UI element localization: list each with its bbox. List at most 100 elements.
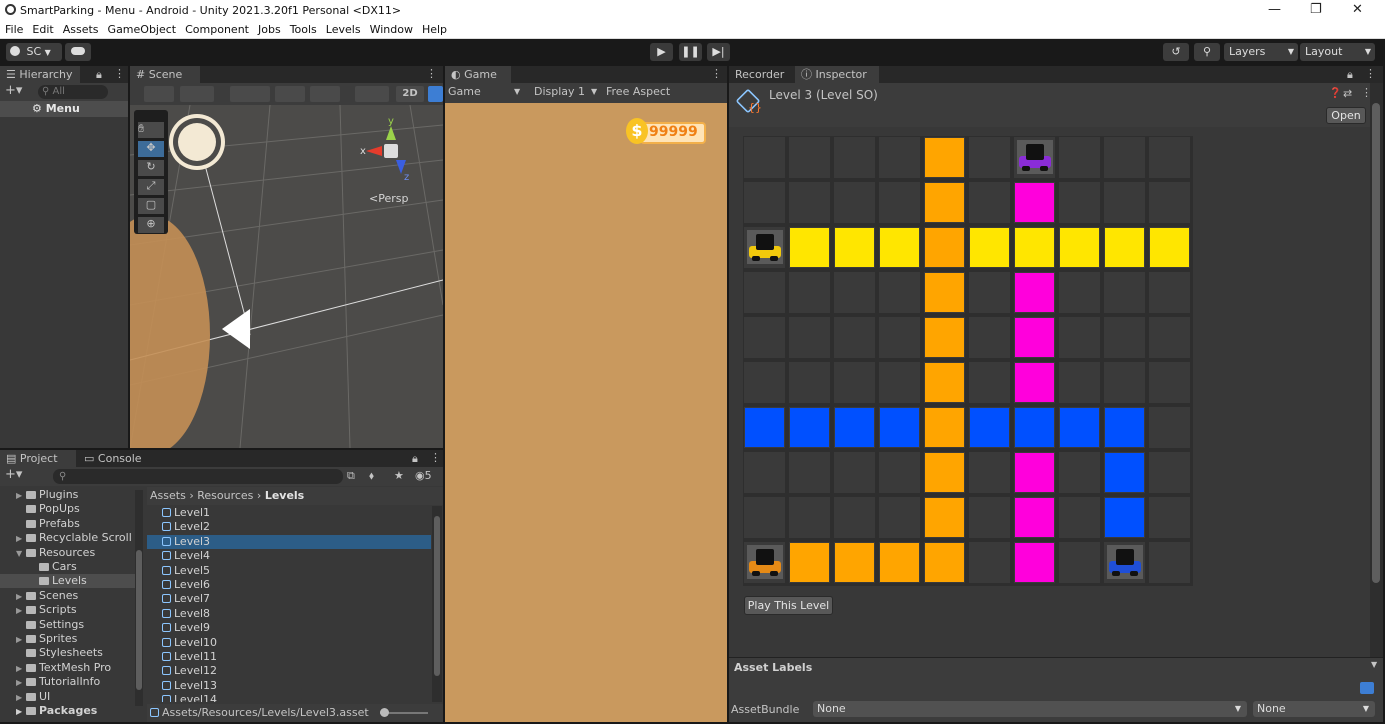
slider-handle[interactable] — [380, 708, 389, 717]
grid-cell[interactable] — [878, 541, 921, 584]
shading-mode-button[interactable] — [180, 86, 214, 102]
perspective-label[interactable]: <Persp — [369, 192, 408, 205]
grid-cell[interactable] — [1103, 181, 1146, 224]
folder-item-scenes[interactable]: ▶ Scenes — [0, 589, 136, 603]
scale-tool-icon[interactable]: ⤢ — [138, 179, 164, 195]
more-icon[interactable]: ⋮ — [1365, 67, 1376, 80]
folder-item-stylesheets[interactable]: Stylesheets — [0, 646, 136, 660]
menu-item-edit[interactable]: Edit — [27, 21, 57, 36]
grid-cell[interactable] — [743, 226, 786, 269]
grid-cell[interactable] — [1058, 541, 1101, 584]
grid-cell[interactable] — [743, 316, 786, 359]
grid-cell[interactable] — [1103, 136, 1146, 179]
grid-cell[interactable] — [1103, 496, 1146, 539]
grid-cell[interactable] — [1103, 541, 1146, 584]
account-button[interactable]: SC ▼ — [6, 43, 62, 61]
hidden-packages-icon[interactable]: ◉5 — [415, 469, 432, 482]
transform-tool-icon[interactable]: ⊕ — [138, 217, 164, 233]
lighting-button[interactable] — [428, 86, 443, 102]
grid-cell[interactable] — [1058, 136, 1101, 179]
folder-item-tutorialinfo[interactable]: ▶ TutorialInfo — [0, 675, 136, 689]
grid-cell[interactable] — [1013, 316, 1056, 359]
grid-cell[interactable] — [878, 271, 921, 314]
folder-item-popups[interactable]: PopUps — [0, 502, 136, 516]
hierarchy-scene-row[interactable]: ⚙ Menu — [0, 101, 128, 117]
pivot-button[interactable] — [230, 86, 270, 102]
grid-cell[interactable] — [923, 271, 966, 314]
grid-cell[interactable] — [968, 181, 1011, 224]
asset-variant-dropdown[interactable]: None ▼ — [1253, 701, 1375, 717]
grid-cell[interactable] — [878, 181, 921, 224]
more-icon[interactable]: ⋮ — [430, 451, 441, 464]
grid-cell[interactable] — [1058, 451, 1101, 494]
grid-cell[interactable] — [923, 451, 966, 494]
grid-cell[interactable] — [1103, 406, 1146, 449]
hierarchy-search-input[interactable]: ⚲ All — [38, 85, 108, 99]
file-list-scrollbar[interactable] — [432, 506, 442, 702]
folder-item-resources[interactable]: ▼ Resources — [0, 546, 136, 560]
file-item-level2[interactable]: Level2 — [147, 520, 431, 534]
close-icon[interactable]: ✕ — [1352, 2, 1363, 17]
layout-dropdown[interactable]: Layout ▼ — [1300, 43, 1375, 61]
grid-cell[interactable] — [833, 271, 876, 314]
file-item-level12[interactable]: Level12 — [147, 664, 431, 678]
grid-cell[interactable] — [1058, 271, 1101, 314]
grid-cell[interactable] — [1148, 316, 1191, 359]
grid-cell[interactable] — [788, 136, 831, 179]
expand-arrow-icon[interactable]: ▶ — [16, 590, 26, 604]
grid-cell[interactable] — [878, 451, 921, 494]
scrollbar-thumb[interactable] — [434, 516, 440, 676]
grid-cell[interactable] — [968, 541, 1011, 584]
display-dropdown[interactable]: Display 1 ▼ — [534, 85, 602, 98]
file-item-level10[interactable]: Level10 — [147, 636, 431, 650]
grid-cell[interactable] — [833, 361, 876, 404]
grid-cell[interactable] — [1058, 406, 1101, 449]
file-item-level9[interactable]: Level9 — [147, 621, 431, 635]
grid-cell[interactable] — [1058, 181, 1101, 224]
grid-cell[interactable] — [1148, 496, 1191, 539]
pause-button[interactable]: ❚❚ — [679, 43, 702, 61]
file-item-level11[interactable]: Level11 — [147, 650, 431, 664]
grid-cell[interactable] — [743, 406, 786, 449]
menu-item-assets[interactable]: Assets — [58, 21, 103, 36]
grid-cell[interactable] — [788, 316, 831, 359]
lock-icon[interactable]: 🔒︎ — [1347, 68, 1353, 82]
grid-cell[interactable] — [833, 181, 876, 224]
grid-cell[interactable] — [1103, 271, 1146, 314]
grid-cell[interactable] — [1013, 496, 1056, 539]
grid-cell[interactable] — [833, 406, 876, 449]
asset-bundle-dropdown[interactable]: None ▼ — [813, 701, 1247, 717]
grid-cell[interactable] — [833, 541, 876, 584]
grid-cell[interactable] — [743, 181, 786, 224]
folder-item-textmesh-pro[interactable]: ▶ TextMesh Pro — [0, 661, 136, 675]
grid-cell[interactable] — [1148, 541, 1191, 584]
scrollbar-thumb[interactable] — [136, 550, 142, 690]
minimize-icon[interactable]: — — [1268, 2, 1281, 17]
tab-inspector[interactable]: ⓘ Inspector — [795, 66, 879, 83]
grid-cell[interactable] — [1013, 451, 1056, 494]
orientation-gizmo[interactable]: y x z — [360, 116, 420, 186]
grid-cell[interactable] — [968, 226, 1011, 269]
expand-arrow-down-icon[interactable]: ▼ — [16, 547, 26, 561]
expand-arrow-icon[interactable]: ▶ — [16, 633, 26, 647]
project-search-input[interactable]: ⚲ — [53, 469, 343, 484]
grid-cell[interactable] — [1148, 181, 1191, 224]
grid-cell[interactable] — [878, 136, 921, 179]
grid-cell[interactable] — [923, 316, 966, 359]
grid-cell[interactable] — [923, 361, 966, 404]
layers-dropdown[interactable]: Layers ▼ — [1224, 43, 1298, 61]
grid-cell[interactable] — [923, 406, 966, 449]
tab-recorder[interactable]: Recorder — [729, 66, 795, 83]
grid-cell[interactable] — [1058, 226, 1101, 269]
grid-cell[interactable] — [743, 451, 786, 494]
expand-arrow-icon[interactable]: ▶ — [16, 489, 26, 503]
add-icon[interactable]: +▾ — [5, 467, 22, 482]
file-item-level14[interactable]: Level14 — [147, 693, 431, 702]
folder-tree-scrollbar[interactable] — [135, 490, 143, 706]
lock-icon[interactable]: 🔒︎ — [96, 68, 102, 82]
grid-cell[interactable] — [878, 226, 921, 269]
grid-cell[interactable] — [923, 136, 966, 179]
grid-cell[interactable] — [788, 406, 831, 449]
expand-arrow-icon[interactable]: ▶ — [16, 532, 26, 546]
open-button[interactable]: Open — [1326, 107, 1366, 124]
